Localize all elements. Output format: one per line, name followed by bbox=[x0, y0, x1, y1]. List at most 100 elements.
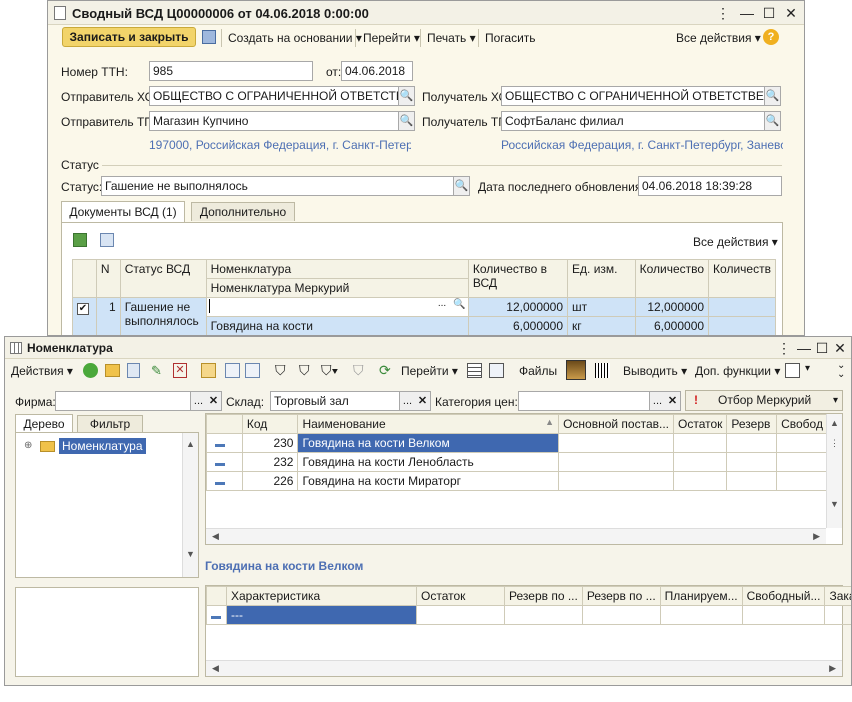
close-button[interactable]: ✕ bbox=[782, 4, 800, 22]
refresh-icon[interactable]: ⟳ bbox=[379, 362, 391, 379]
move-icon[interactable] bbox=[225, 363, 240, 378]
warehouse-input[interactable]: Торговый зал bbox=[270, 391, 400, 411]
column-header-name[interactable]: Наименование ▲ bbox=[297, 414, 560, 434]
search-icon[interactable]: 🔍 bbox=[399, 86, 415, 106]
copy-icon[interactable] bbox=[100, 233, 114, 247]
receiver-tp-input[interactable]: СофтБаланс филиал bbox=[501, 111, 765, 131]
status-input[interactable]: Гашение не выполнялось bbox=[101, 176, 454, 196]
add-folder-icon[interactable] bbox=[105, 364, 120, 377]
tab-tree[interactable]: Дерево bbox=[15, 414, 73, 433]
extra-functions-menu[interactable]: Доп. функции ▾ bbox=[695, 364, 780, 378]
column-header-qty[interactable]: Количество bbox=[634, 259, 710, 298]
output-menu[interactable]: Выводить ▾ bbox=[623, 364, 687, 378]
column-header-rest[interactable]: Остаток bbox=[672, 414, 728, 434]
columns-icon[interactable] bbox=[467, 363, 482, 378]
sender-hs-input[interactable]: ОБЩЕСТВО С ОГРАНИЧЕННОЙ ОТВЕТСТВЕНН bbox=[149, 86, 399, 106]
list-view-icon[interactable] bbox=[245, 363, 260, 378]
column-header-code[interactable]: Код bbox=[241, 414, 299, 434]
column-header-reserve[interactable]: Резерв bbox=[726, 414, 778, 434]
tab-filter[interactable]: Фильтр bbox=[77, 415, 143, 432]
table-row[interactable]: ✔ 1 Гашение не выполнялось ... 🔍 12,00000… bbox=[72, 297, 776, 335]
table-row[interactable]: 226 Говядина на кости Мираторг bbox=[206, 471, 828, 491]
hierarchy-icon[interactable] bbox=[201, 363, 216, 378]
tree-root-item[interactable]: Номенклатура bbox=[59, 438, 146, 454]
edit-icon[interactable]: ✎ bbox=[151, 363, 163, 378]
ellipsis-button[interactable]: ... bbox=[400, 391, 416, 411]
more-icon[interactable]: ⋮ bbox=[714, 4, 732, 22]
column-header-rest[interactable]: Остаток bbox=[416, 586, 506, 606]
ellipsis-button[interactable]: ... bbox=[650, 391, 666, 411]
mercury-filter-button[interactable]: ! Отбор Меркурий ▾ bbox=[685, 390, 843, 411]
vertical-scrollbar[interactable]: ▲ ⋮ ▼ bbox=[826, 414, 842, 528]
save-icon[interactable] bbox=[202, 30, 216, 44]
filter-list-icon[interactable]: ⛉▾ bbox=[321, 362, 338, 379]
receiver-address-link[interactable]: Российская Федерация, г. Санкт-Петербург… bbox=[501, 138, 783, 152]
sender-tp-input[interactable]: Магазин Купчино bbox=[149, 111, 399, 131]
search-icon[interactable]: 🔍 bbox=[399, 111, 415, 131]
column-header-nomenclature-merc[interactable]: Номенклатура Меркурий bbox=[205, 278, 469, 298]
column-header-order[interactable]: Заказ bbox=[824, 586, 851, 606]
delete-icon[interactable]: ✕ bbox=[173, 363, 187, 378]
search-icon[interactable]: 🔍 bbox=[765, 111, 781, 131]
search-icon[interactable]: 🔍 bbox=[765, 86, 781, 106]
nomenclature-input[interactable] bbox=[208, 299, 210, 313]
help-icon[interactable]: ? bbox=[763, 29, 779, 45]
tree-scrollbar[interactable]: ▲ ▼ bbox=[182, 433, 198, 577]
expand-icon[interactable]: ⊕ bbox=[24, 440, 32, 451]
sender-address-link[interactable]: 197000, Российская Федерация, г. Санкт-П… bbox=[149, 138, 411, 152]
column-header-unit[interactable]: Ед. изм. bbox=[567, 259, 636, 298]
clear-icon[interactable]: ✕ bbox=[665, 391, 681, 411]
tab-documents-vsd[interactable]: Документы ВСД (1) bbox=[61, 201, 185, 223]
redeem-button[interactable]: Погасить bbox=[485, 31, 536, 45]
minimize-button[interactable]: — bbox=[795, 339, 813, 357]
close-button[interactable]: ✕ bbox=[831, 339, 849, 357]
column-header-free[interactable]: Свободный... bbox=[741, 586, 826, 606]
copy-icon[interactable] bbox=[127, 363, 140, 378]
all-actions-menu[interactable]: Все действия ▾ bbox=[676, 31, 761, 45]
column-header-qty-vsd[interactable]: Количество в ВСД bbox=[467, 259, 569, 298]
chevron-down-icon[interactable]: ▾ bbox=[805, 363, 810, 374]
column-header-characteristic[interactable]: Характеристика bbox=[225, 586, 418, 606]
column-header-n[interactable]: N bbox=[95, 259, 121, 298]
goto-menu[interactable]: Перейти ▾ bbox=[401, 364, 458, 378]
goto-menu[interactable]: Перейти ▾ bbox=[363, 31, 420, 45]
maximize-button[interactable]: ☐ bbox=[813, 339, 831, 357]
column-header-planned[interactable]: Планируем... bbox=[659, 586, 743, 606]
receiver-hs-input[interactable]: ОБЩЕСТВО С ОГРАНИЧЕННОЙ ОТВЕТСТВЕННО( bbox=[501, 86, 765, 106]
tab-additional[interactable]: Дополнительно bbox=[191, 202, 295, 221]
clear-icon[interactable]: ✕ bbox=[206, 391, 222, 411]
table-all-actions-menu[interactable]: Все действия ▾ bbox=[693, 235, 778, 249]
horizontal-scrollbar[interactable]: ◀ ▶ bbox=[206, 660, 842, 676]
checkbox-checked-icon[interactable]: ✔ bbox=[77, 303, 89, 315]
filter-icon[interactable]: ⛉ bbox=[275, 362, 286, 379]
clear-icon[interactable]: ✕ bbox=[415, 391, 431, 411]
files-button[interactable]: Файлы bbox=[519, 364, 557, 378]
maximize-button[interactable]: ☐ bbox=[760, 4, 778, 22]
ellipsis-button[interactable]: ... bbox=[191, 391, 207, 411]
barcode-icon[interactable] bbox=[595, 363, 610, 378]
search-icon[interactable]: 🔍 bbox=[454, 176, 470, 196]
ellipsis-button[interactable]: ... bbox=[438, 299, 452, 310]
search-icon[interactable]: 🔍 bbox=[453, 299, 465, 310]
ttn-input[interactable]: 985 bbox=[149, 61, 313, 81]
horizontal-scrollbar[interactable]: ◀ ▶ bbox=[206, 528, 826, 544]
column-header-status[interactable]: Статус ВСД bbox=[119, 259, 207, 298]
firm-input[interactable] bbox=[55, 391, 191, 411]
column-header-free[interactable]: Свобод bbox=[776, 414, 828, 434]
check-all-icon[interactable] bbox=[73, 233, 87, 247]
column-header-reserve1[interactable]: Резерв по ... bbox=[504, 586, 583, 606]
print-menu[interactable]: Печать ▾ bbox=[427, 31, 476, 45]
more-icon[interactable]: ⋮ bbox=[775, 339, 793, 357]
report-icon[interactable] bbox=[785, 363, 800, 378]
clear-filter-icon[interactable]: ⛉ bbox=[353, 362, 364, 379]
column-header-qty2[interactable]: Количеств bbox=[708, 259, 776, 298]
overflow-icon[interactable]: ⌄ ⌄ bbox=[837, 361, 845, 380]
minimize-button[interactable]: — bbox=[738, 4, 756, 22]
table-row[interactable]: 230 Говядина на кости Велком bbox=[206, 433, 828, 453]
column-header-supplier[interactable]: Основной постав... bbox=[558, 414, 674, 434]
actions-menu[interactable]: Действия ▾ bbox=[11, 364, 73, 378]
save-close-button[interactable]: Записать и закрыть bbox=[62, 27, 196, 47]
filter-value-icon[interactable]: ⛉ bbox=[299, 362, 310, 379]
add-icon[interactable] bbox=[83, 363, 98, 378]
table-row[interactable]: --- bbox=[206, 605, 851, 625]
